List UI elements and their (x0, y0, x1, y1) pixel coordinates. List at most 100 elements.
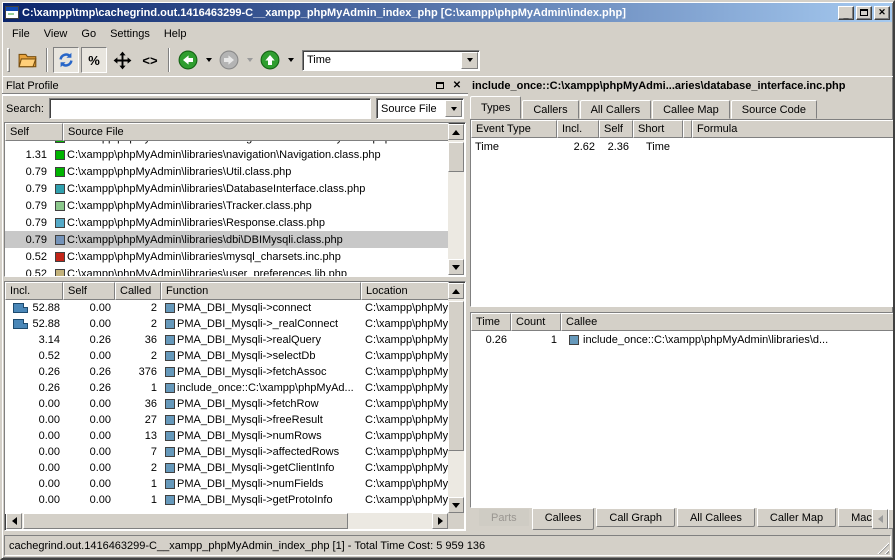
function-row[interactable]: 0.000.007PMA_DBI_Mysqli->affectedRowsC:\… (5, 444, 449, 460)
dock-float-button[interactable] (433, 79, 447, 92)
back-dropdown[interactable] (203, 47, 214, 73)
tab-types[interactable]: Types (470, 96, 521, 119)
function-row[interactable]: 52.880.002PMA_DBI_Mysqli->_realConnectC:… (5, 316, 449, 332)
source-file-row[interactable]: 1.31C:\xampp\phpMyAdmin\libraries\naviga… (5, 146, 449, 163)
column-header-self[interactable]: Self (5, 123, 63, 141)
menu-help[interactable]: Help (158, 26, 193, 42)
tab-call-graph[interactable]: Call Graph (596, 508, 675, 527)
tab-callees[interactable]: Callees (532, 508, 595, 530)
column-header-incl[interactable]: Incl. (557, 120, 599, 138)
tab-all-callers[interactable]: All Callers (580, 100, 652, 119)
search-input[interactable] (49, 98, 371, 119)
source-file-row[interactable]: 0.79C:\xampp\phpMyAdmin\libraries\Databa… (5, 180, 449, 197)
source-file-row[interactable]: 0.79C:\xampp\phpMyAdmin\libraries\Tracke… (5, 197, 449, 214)
menu-file[interactable]: File (6, 26, 36, 42)
source-file-row[interactable]: 0.79C:\xampp\phpMyAdmin\libraries\Respon… (5, 214, 449, 231)
maximize-button[interactable] (856, 6, 872, 20)
grouping-selector[interactable]: Source File (376, 98, 464, 119)
source-vertical-scrollbar[interactable] (448, 124, 464, 275)
toolbar-handle[interactable] (7, 48, 10, 72)
cycle-detection-button[interactable] (53, 47, 79, 73)
event-type-selector[interactable]: Time (302, 50, 480, 71)
function-row[interactable]: 0.520.002PMA_DBI_Mysqli->selectDbC:\xamp… (5, 348, 449, 364)
tab-caller-map[interactable]: Caller Map (757, 508, 836, 527)
forward-button[interactable] (216, 47, 242, 73)
function-vertical-scrollbar[interactable] (448, 283, 464, 513)
function-row[interactable]: 0.000.0027PMA_DBI_Mysqli->freeResultC:\x… (5, 412, 449, 428)
incl-value: 0.00 (39, 462, 60, 474)
scroll-right-button[interactable] (432, 513, 448, 529)
tab-all-callees[interactable]: All Callees (677, 508, 755, 527)
dock-title-bar[interactable]: Flat Profile ✕ (2, 77, 468, 95)
scroll-down-button[interactable] (448, 259, 464, 275)
tab-scroll-left-button[interactable] (872, 509, 888, 529)
column-header-count[interactable]: Count (511, 313, 561, 331)
up-dropdown[interactable] (285, 47, 296, 73)
function-row[interactable]: 0.000.002PMA_DBI_Mysqli->getClientInfoC:… (5, 460, 449, 476)
scroll-down-button[interactable] (448, 497, 464, 513)
column-header-formula[interactable]: Formula (692, 120, 895, 138)
column-header-incl[interactable]: Incl. (5, 282, 63, 300)
menu-settings[interactable]: Settings (104, 26, 156, 42)
column-header-location[interactable]: Location (361, 282, 449, 300)
event-row-time[interactable]: Time 2.62 2.36 Time (471, 138, 895, 155)
column-header-called[interactable]: Called (115, 282, 161, 300)
relative-cost-button[interactable]: <> (137, 47, 163, 73)
file-color-icon (55, 141, 65, 143)
minimize-button[interactable]: _ (838, 6, 854, 20)
function-horizontal-scrollbar[interactable] (6, 513, 448, 529)
dock-close-button[interactable]: ✕ (450, 79, 464, 92)
function-row[interactable]: 3.140.2636PMA_DBI_Mysqli->realQueryC:\xa… (5, 332, 449, 348)
scroll-up-button[interactable] (448, 283, 464, 299)
function-row[interactable]: 52.880.002PMA_DBI_Mysqli->connectC:\xamp… (5, 300, 449, 316)
scrollbar-thumb[interactable] (448, 142, 464, 172)
tab-callers[interactable]: Callers (522, 100, 578, 119)
source-file-row[interactable]: 0.52C:\xampp\phpMyAdmin\libraries\mysql_… (5, 248, 449, 265)
column-header-short[interactable]: Short (633, 120, 683, 138)
tab-callee-map[interactable]: Callee Map (652, 100, 730, 119)
function-row[interactable]: 0.000.001PMA_DBI_Mysqli->numFieldsC:\xam… (5, 476, 449, 492)
column-header-self[interactable]: Self (63, 282, 115, 300)
column-header-event-type[interactable]: Event Type (471, 120, 557, 138)
column-header-callee[interactable]: Callee (561, 313, 895, 331)
window-title: C:\xampp\tmp\cachegrind.out.1416463299-C… (22, 7, 834, 19)
function-row[interactable]: 0.260.261include_once::C:\xampp\phpMyAd.… (5, 380, 449, 396)
function-row[interactable]: 0.000.001PMA_DBI_Mysqli->getProtoInfoC:\… (5, 492, 449, 508)
menu-go[interactable]: Go (75, 26, 102, 42)
column-header-self[interactable]: Self (599, 120, 633, 138)
scroll-up-button[interactable] (448, 124, 464, 140)
percentage-button[interactable]: % (81, 47, 107, 73)
combo-dropdown-icon[interactable] (445, 100, 462, 117)
forward-dropdown[interactable] (244, 47, 255, 73)
source-file-row[interactable]: 0.79C:\xampp\phpMyAdmin\libraries\Util.c… (5, 163, 449, 180)
scroll-left-button[interactable] (6, 513, 22, 529)
scrollbar-thumb[interactable] (448, 301, 464, 451)
column-header-function[interactable]: Function (161, 282, 361, 300)
function-location: C:\xampp\phpMy... (361, 430, 449, 442)
column-header-source-file[interactable]: Source File (63, 123, 449, 141)
close-button[interactable]: ✕ (874, 6, 890, 20)
file-color-icon (55, 218, 65, 228)
source-file-table: Self Source File 1.37C:\xampp\phpMyAdmin… (4, 122, 466, 277)
source-file-row[interactable]: 0.79C:\xampp\phpMyAdmin\libraries\dbi\DB… (5, 231, 449, 248)
tab-scroll-right-button[interactable] (888, 509, 895, 529)
combo-dropdown-icon[interactable] (461, 52, 478, 69)
back-button[interactable] (175, 47, 201, 73)
scrollbar-thumb[interactable] (23, 513, 348, 529)
expand-cost-button[interactable] (109, 47, 135, 73)
function-called-count: 13 (115, 430, 161, 442)
function-row[interactable]: 0.260.26376PMA_DBI_Mysqli->fetchAssocC:\… (5, 364, 449, 380)
resize-grip[interactable] (876, 541, 889, 554)
incl-value: 52.88 (32, 318, 60, 330)
source-file-row[interactable]: 0.52C:\xampp\phpMyAdmin\libraries\user_p… (5, 265, 449, 276)
title-bar[interactable]: C:\xampp\tmp\cachegrind.out.1416463299-C… (3, 3, 892, 22)
open-file-button[interactable] (15, 47, 41, 73)
callee-row[interactable]: 0.26 1 include_once::C:\xampp\phpMyAdmin… (471, 331, 895, 349)
function-row[interactable]: 0.000.0013PMA_DBI_Mysqli->numRowsC:\xamp… (5, 428, 449, 444)
column-header-time[interactable]: Time (471, 313, 511, 331)
menu-view[interactable]: View (38, 26, 74, 42)
tab-source-code[interactable]: Source Code (731, 100, 817, 119)
up-button[interactable] (257, 47, 283, 73)
function-row[interactable]: 0.000.0036PMA_DBI_Mysqli->fetchRowC:\xam… (5, 396, 449, 412)
tab-parts[interactable]: Parts (478, 508, 530, 527)
